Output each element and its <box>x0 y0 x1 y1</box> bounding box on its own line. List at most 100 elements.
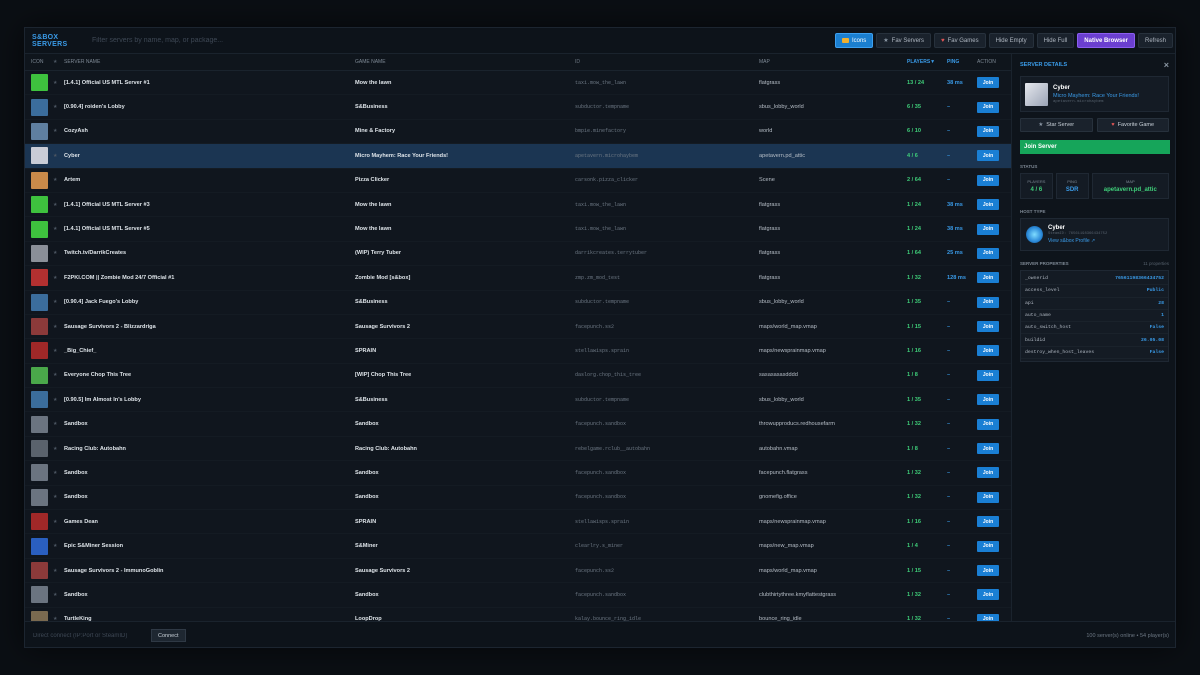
join-button[interactable]: Join <box>977 247 999 259</box>
col-icon[interactable]: ICON <box>25 59 53 65</box>
join-server-button[interactable]: Join Server <box>1020 140 1170 154</box>
server-name: Artem <box>64 177 81 184</box>
join-button[interactable]: Join <box>977 272 999 284</box>
fav-star-icon[interactable]: ★ <box>53 80 64 86</box>
table-row[interactable]: ★ Sandbox Sandbox facepunch.sandbox facepunc… <box>25 461 1011 486</box>
server-thumbnail <box>31 562 48 579</box>
fav-servers-button[interactable]: ★ Fav Servers <box>876 33 932 48</box>
property-row: _ownerid 76561198366434752 <box>1021 273 1168 286</box>
fav-star-icon[interactable]: ★ <box>53 202 64 208</box>
col-map[interactable]: MAP <box>759 59 907 65</box>
fav-star-icon[interactable]: ★ <box>53 348 64 354</box>
close-icon[interactable]: × <box>1164 60 1169 70</box>
table-row[interactable]: ★ Everyone Chop This Tree [WIP] Chop This … <box>25 364 1011 389</box>
fav-star-icon[interactable]: ★ <box>53 494 64 500</box>
fav-games-button[interactable]: ♥ Fav Games <box>934 33 986 48</box>
col-server-name[interactable]: SERVER NAME <box>64 59 355 65</box>
icons-toggle-button[interactable]: Icons <box>834 33 874 48</box>
fav-star-icon[interactable]: ★ <box>53 177 64 183</box>
fav-star-icon[interactable]: ★ <box>53 446 64 452</box>
join-button[interactable]: Join <box>977 125 999 137</box>
join-button[interactable]: Join <box>977 150 999 162</box>
table-row[interactable]: ★ [1.4.1] Official US MTL Server #5 Mow th… <box>25 217 1011 242</box>
join-button[interactable]: Join <box>977 418 999 430</box>
direct-connect-input[interactable] <box>33 632 151 639</box>
favorite-game-button[interactable]: ♥ Favorite Game <box>1096 118 1169 132</box>
fav-star-icon[interactable]: ★ <box>53 519 64 525</box>
join-button[interactable]: Join <box>977 77 999 89</box>
col-id[interactable]: ID <box>575 59 759 65</box>
join-button[interactable]: Join <box>977 565 999 576</box>
player-count: 1 / 4 <box>907 543 918 550</box>
table-row[interactable]: ★ Epic S&Miner Session S&Miner clearlry.s_m… <box>25 534 1011 559</box>
table-row[interactable]: ★ Artem Pizza Clicker carsonk.pizza_clicker… <box>25 169 1011 193</box>
join-button[interactable]: Join <box>977 613 999 621</box>
join-button[interactable]: Join <box>977 345 999 357</box>
table-row[interactable]: ★ Racing Club: Autobahn Racing Club: Autob… <box>25 437 1011 462</box>
row-icon-cell <box>25 318 53 336</box>
table-row[interactable]: ★ [0.90.5] Im Almost In's Lobby S&Business… <box>25 388 1011 413</box>
table-row[interactable]: ★ [1.4.1] Official US MTL Server #3 Mow th… <box>25 193 1011 218</box>
join-button[interactable]: Join <box>977 296 999 308</box>
col-fav[interactable]: ★ <box>53 59 64 65</box>
fav-star-icon[interactable]: ★ <box>53 324 64 330</box>
refresh-button[interactable]: Refresh <box>1137 33 1173 48</box>
fav-star-icon[interactable]: ★ <box>53 104 64 110</box>
hide-full-button[interactable]: Hide Full <box>1036 33 1075 48</box>
fav-star-icon[interactable]: ★ <box>53 421 64 427</box>
join-button[interactable]: Join <box>977 223 999 235</box>
fav-star-icon[interactable]: ★ <box>53 250 64 256</box>
fav-star-icon[interactable]: ★ <box>53 543 64 549</box>
fav-star-icon[interactable]: ★ <box>53 299 64 305</box>
table-row[interactable]: ★ Sandbox Sandbox facepunch.sandbox throwupp… <box>25 412 1011 437</box>
hide-empty-button[interactable]: Hide Empty <box>988 33 1034 48</box>
fav-star-icon[interactable]: ★ <box>53 153 64 159</box>
fav-star-icon[interactable]: ★ <box>53 592 64 598</box>
fav-star-icon[interactable]: ★ <box>53 226 64 232</box>
col-ping[interactable]: PING <box>947 59 977 65</box>
search-input[interactable] <box>92 31 835 50</box>
table-row[interactable]: ★ [1.4.1] Official US MTL Server #1 Mow th… <box>25 71 1011 96</box>
table-row[interactable]: ★ Sausage Survivors 2 - Blizzardriga Sausa… <box>25 315 1011 340</box>
table-row[interactable]: ★ Games Dean SPRAIN stellawisps.sprain maps/… <box>25 510 1011 535</box>
col-players[interactable]: PLAYERS▼ <box>907 59 947 65</box>
join-button[interactable]: Join <box>977 540 999 552</box>
join-button[interactable]: Join <box>977 443 999 455</box>
join-button[interactable]: Join <box>977 394 999 406</box>
table-row[interactable]: ★ Sandbox Sandbox facepunch.sandbox gnomefig… <box>25 486 1011 511</box>
table-row[interactable]: ★ Cyber Micro Mayhem: Race Your Friends! ap… <box>25 144 1011 169</box>
table-row[interactable]: ★ _Big_Chief_ SPRAIN stellawisps.sprain maps… <box>25 339 1011 364</box>
fav-star-icon[interactable]: ★ <box>53 275 64 281</box>
details-game-name[interactable]: Micro Mayhem: Race Your Friends! <box>1053 93 1139 99</box>
table-row[interactable]: ★ Sandbox Sandbox facepunch.sandbox clubthir… <box>25 583 1011 608</box>
fav-star-icon[interactable]: ★ <box>53 397 64 403</box>
star-server-button[interactable]: ★ Star Server <box>1020 118 1093 132</box>
native-browser-button[interactable]: Native Browser <box>1077 33 1135 48</box>
fav-star-icon[interactable]: ★ <box>53 128 64 134</box>
join-button[interactable]: Join <box>977 369 999 381</box>
join-button[interactable]: Join <box>977 101 999 113</box>
table-row[interactable]: ★ [0.90.4] roiden's Lobby S&Business subduc… <box>25 95 1011 120</box>
table-row[interactable]: ★ CozyAsh Mine & Factory bmpie.minefactory w… <box>25 120 1011 145</box>
table-row[interactable]: ★ Twitch.tv/DarrikCreates (WIP) Terry Tube… <box>25 242 1011 267</box>
table-row[interactable]: ★ [0.90.4] Jack Fuego's Lobby S&Business su… <box>25 291 1011 315</box>
server-thumbnail <box>31 293 48 311</box>
join-button[interactable]: Join <box>977 174 999 186</box>
map-name: sasasasasdddd <box>759 372 798 379</box>
fav-star-icon[interactable]: ★ <box>53 568 64 574</box>
player-count: 1 / 15 <box>907 323 921 330</box>
fav-star-icon[interactable]: ★ <box>53 372 64 378</box>
join-button[interactable]: Join <box>977 467 999 479</box>
join-button[interactable]: Join <box>977 199 999 211</box>
col-game-name[interactable]: GAME NAME <box>355 59 575 65</box>
table-row[interactable]: ★ TurtleKing LoopDrop kalay.bounce_ring_idl… <box>25 608 1011 621</box>
table-row[interactable]: ★ F2PKI.COM || Zombie Mod 24/7 Official #… <box>25 266 1011 291</box>
connect-button[interactable]: Connect <box>151 629 186 642</box>
join-button[interactable]: Join <box>977 589 999 601</box>
view-profile-link[interactable]: View s&box Profile ↗ <box>1048 238 1107 244</box>
table-row[interactable]: ★ Sausage Survivors 2 - ImmunoGoblin Sausa… <box>25 559 1011 584</box>
fav-star-icon[interactable]: ★ <box>53 470 64 476</box>
join-button[interactable]: Join <box>977 516 999 528</box>
join-button[interactable]: Join <box>977 321 999 333</box>
join-button[interactable]: Join <box>977 491 999 503</box>
